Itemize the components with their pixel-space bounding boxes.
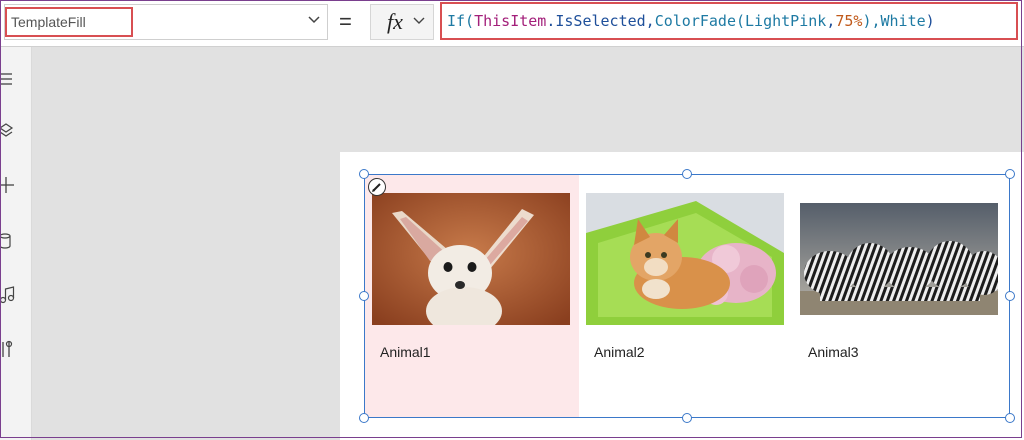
- fx-icon: fx: [387, 9, 403, 34]
- formula-text: If(ThisItem.IsSelected,ColorFade(LightPi…: [447, 12, 935, 30]
- formula-token: ,: [826, 12, 836, 30]
- left-rail: [0, 47, 32, 440]
- resize-handle-left[interactable]: [359, 291, 369, 301]
- formula-token: White: [880, 12, 926, 30]
- formula-input[interactable]: If(ThisItem.IsSelected,ColorFade(LightPi…: [440, 2, 1018, 40]
- chevron-down-icon: [413, 17, 425, 24]
- media-icon[interactable]: [0, 285, 16, 305]
- edit-pencil-icon[interactable]: [368, 178, 386, 196]
- formula-token: LightPink: [745, 12, 827, 30]
- resize-handle-bottom-right[interactable]: [1005, 413, 1015, 423]
- plus-icon[interactable]: [0, 175, 16, 195]
- database-icon[interactable]: [0, 231, 16, 251]
- resize-handle-top[interactable]: [682, 169, 692, 179]
- chevron-down-icon: [308, 16, 320, 24]
- formula-token: ): [925, 12, 935, 30]
- resize-handle-right[interactable]: [1005, 291, 1015, 301]
- formula-bar: TemplateFill = fx If(ThisItem.IsSelected…: [0, 0, 1024, 47]
- fx-button[interactable]: fx: [370, 4, 434, 40]
- resize-handle-bottom-left[interactable]: [359, 413, 369, 423]
- formula-token: ),: [862, 12, 881, 30]
- property-name[interactable]: TemplateFill: [5, 7, 133, 37]
- resize-handle-top-right[interactable]: [1005, 169, 1015, 179]
- resize-handle-top-left[interactable]: [359, 169, 369, 179]
- resize-handle-bottom[interactable]: [682, 413, 692, 423]
- gallery-selection-border[interactable]: [364, 174, 1010, 418]
- formula-token: 75%: [835, 12, 863, 30]
- hamburger-icon[interactable]: [0, 69, 16, 89]
- tools-icon[interactable]: [0, 339, 16, 359]
- equals-sign: =: [339, 9, 352, 34]
- formula-token: ThisItem: [474, 12, 547, 30]
- formula-token: ColorFade(: [654, 12, 746, 30]
- formula-token: If(: [447, 12, 475, 30]
- layers-icon[interactable]: [0, 121, 16, 141]
- formula-token: .IsSelected,: [546, 12, 655, 30]
